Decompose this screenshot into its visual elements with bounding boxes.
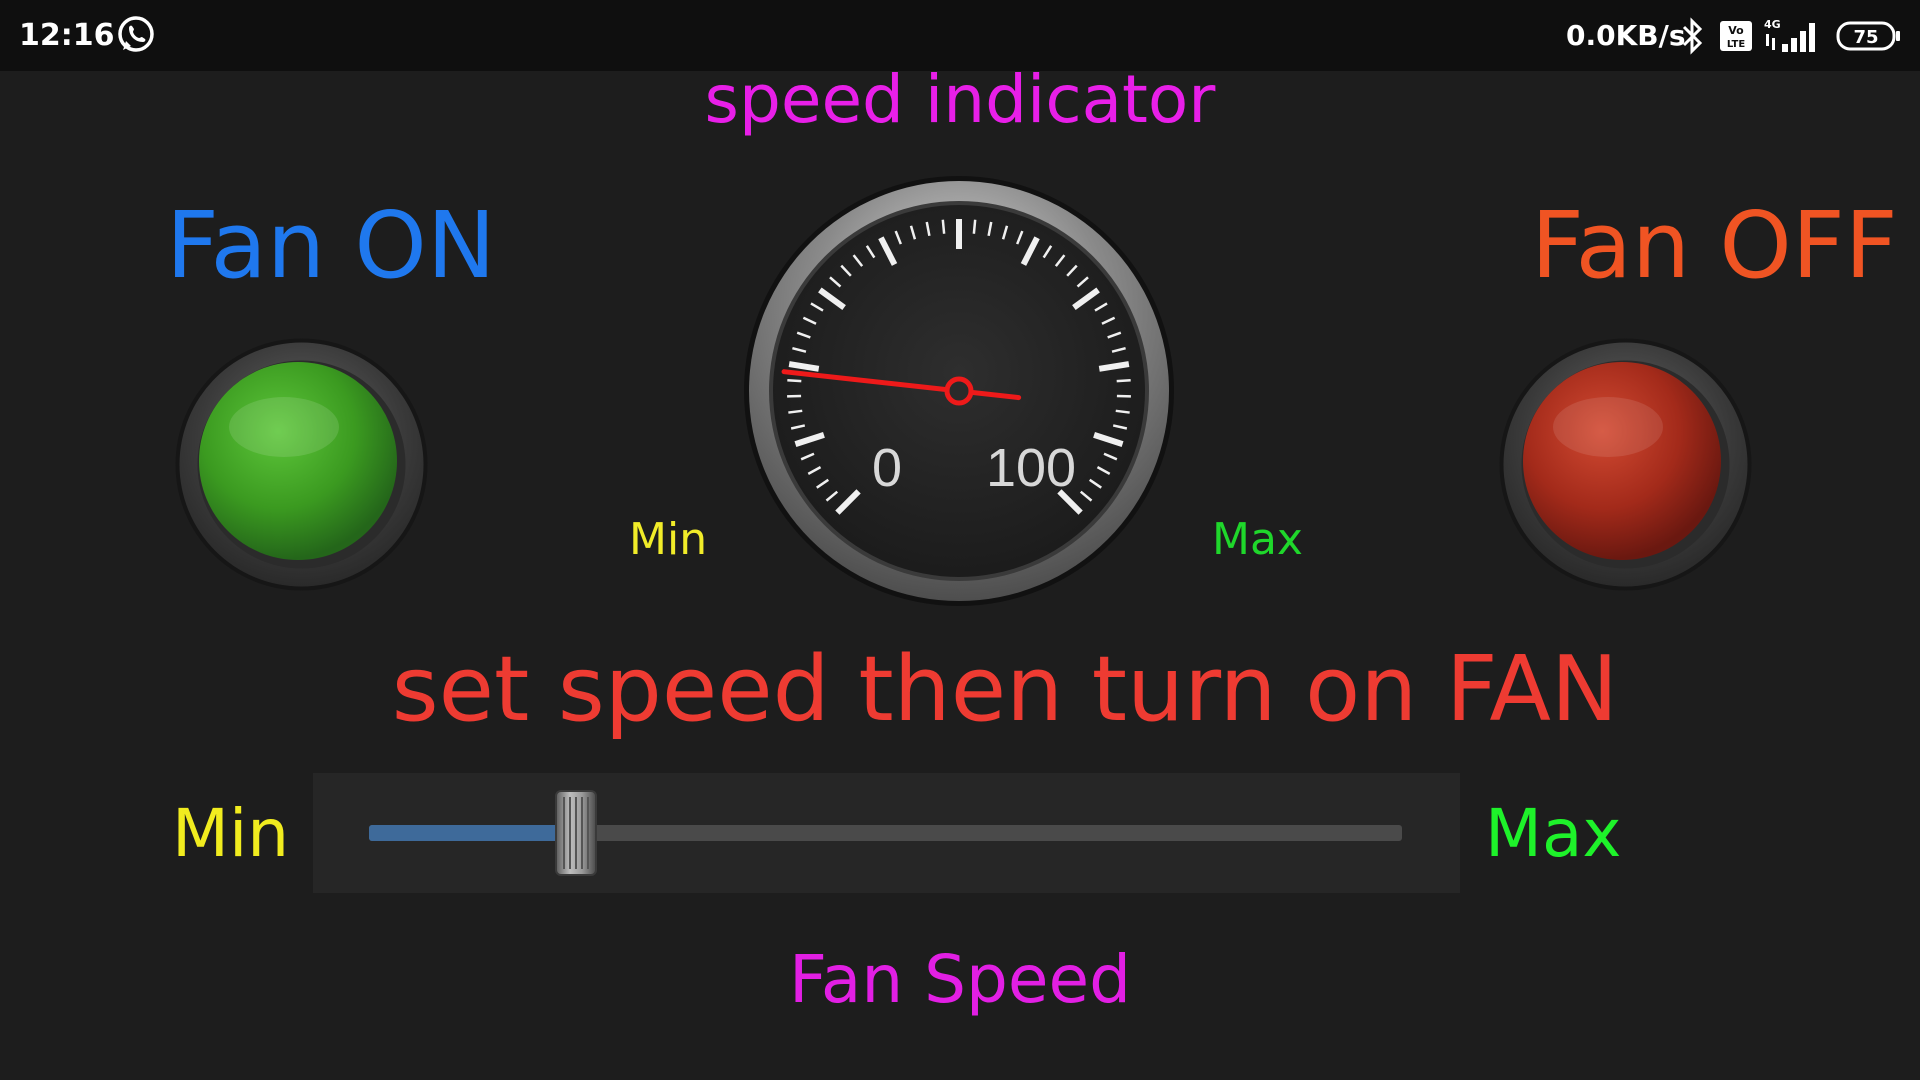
slider-thumb-graphic: [554, 790, 597, 876]
speed-slider[interactable]: [313, 773, 1460, 893]
green-button-graphic: [175, 338, 428, 591]
gauge-minor-tick: [1115, 409, 1130, 414]
gauge-minor-tick: [788, 409, 803, 414]
slider-min-label: Min: [172, 795, 290, 872]
gauge-minor-tick: [787, 378, 802, 383]
bluetooth-icon: [1682, 17, 1703, 55]
fan-off-label: Fan OFF: [1531, 192, 1898, 299]
gauge-minor-tick: [972, 219, 977, 234]
status-time: 12:16: [19, 18, 115, 53]
svg-text:LTE: LTE: [1727, 39, 1746, 50]
fan-on-button[interactable]: [174, 337, 429, 592]
svg-text:Vo: Vo: [1728, 24, 1744, 37]
gauge-minor-tick: [1116, 378, 1131, 383]
fan-speed-caption: Fan Speed: [788, 941, 1132, 1018]
whatsapp-icon: [118, 16, 154, 52]
app-screen: 12:16 0.0KB/s Vo LTE 4G 75 speed indicat…: [0, 0, 1920, 1080]
gauge-minor-tick: [941, 219, 946, 234]
signal-icon: 4G: [1764, 18, 1815, 52]
battery-level: 75: [1853, 27, 1878, 48]
gauge-min-label: Min: [629, 514, 708, 565]
gauge-dial-left-number: 0: [872, 438, 902, 498]
slider-track[interactable]: [369, 825, 1402, 841]
network-speed: 0.0KB/s: [1566, 19, 1686, 52]
slider-fill: [369, 825, 576, 841]
gauge-title: speed indicator: [704, 61, 1216, 138]
slider-thumb[interactable]: [554, 789, 598, 877]
slider-max-label: Max: [1485, 795, 1622, 872]
fan-off-button[interactable]: [1498, 337, 1753, 592]
gauge-max-label: Max: [1212, 514, 1303, 565]
volte-icon: Vo LTE: [1720, 21, 1752, 51]
gauge-needle-hub: [944, 376, 974, 406]
gauge-dial-right-number: 100: [986, 438, 1076, 498]
network-type: 4G: [1764, 18, 1781, 31]
fan-on-label: Fan ON: [166, 192, 496, 299]
speed-gauge: 0 100: [744, 176, 1174, 606]
instruction-text: set speed then turn on FAN: [391, 637, 1619, 742]
red-button-graphic: [1499, 338, 1752, 591]
battery-icon: 75: [1836, 21, 1900, 51]
